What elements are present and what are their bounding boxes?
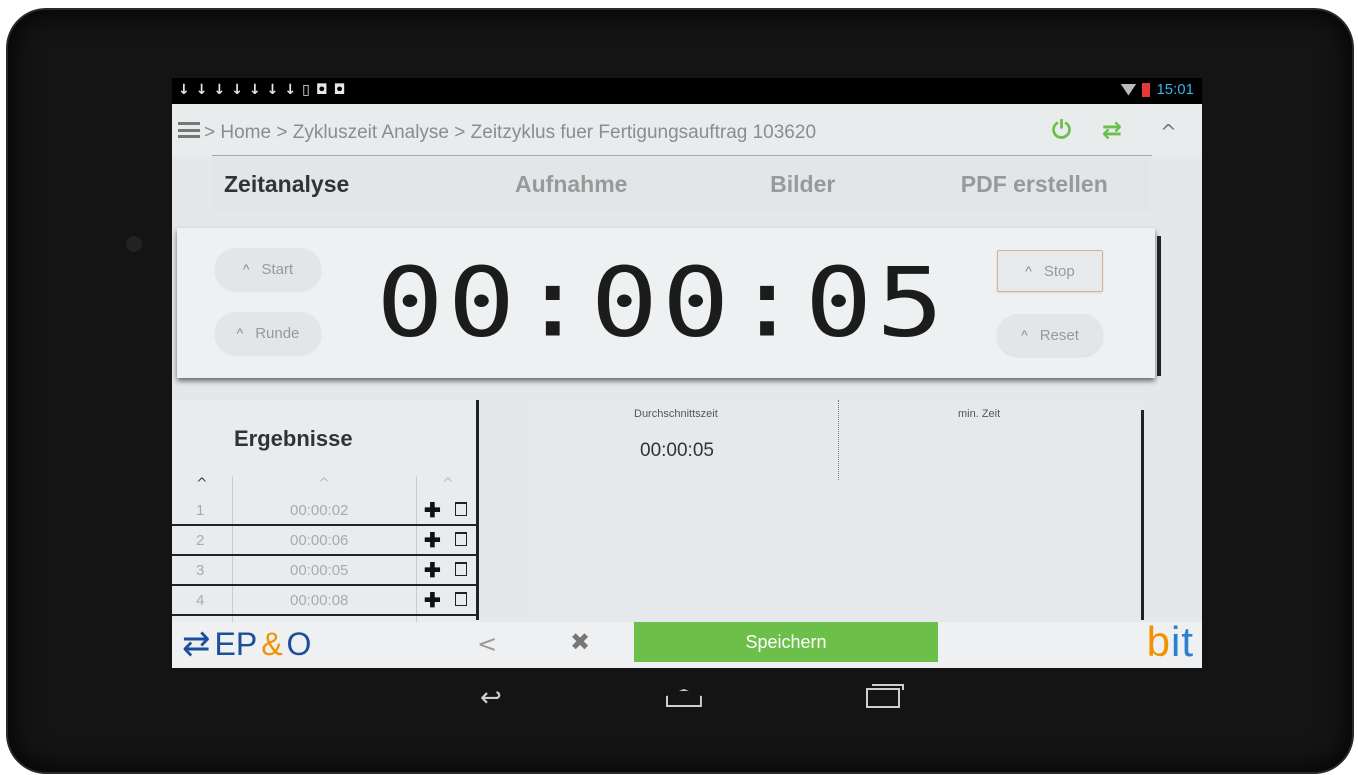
tab-zeitanalyse[interactable]: Zeitanalyse (212, 156, 456, 212)
notification-icons: ↓ ↓ ↓ ↓ ↓ ↓ ↓ ▯ ◘ ◘ (178, 82, 345, 98)
download-icon: ↓ (178, 82, 190, 98)
caret-up-icon: ^ (236, 325, 244, 341)
start-label: Start (261, 260, 294, 278)
caret-up-icon: ^ (242, 261, 250, 277)
breadcrumb[interactable]: > Home > Zykluszeit Analyse > Zeitzyklus… (204, 122, 816, 144)
caret-up-icon: ^ (1025, 263, 1032, 279)
download-icon: ↓ (213, 82, 226, 98)
android-back-icon[interactable]: ↩ (480, 683, 502, 713)
average-time-label: Durchschnittszeit (634, 408, 718, 420)
logo-text-amp: & (261, 625, 283, 662)
bit-logo: bit (1147, 618, 1194, 666)
tab-pdf-erstellen[interactable]: PDF erstellen (919, 156, 1151, 212)
statistics-panel: Durchschnittszeit 00:00:05 min. Zeit (532, 400, 1144, 620)
status-right: 15:01 (1120, 81, 1194, 98)
android-nav-bar: ↩ (480, 683, 904, 713)
sync-icon[interactable]: ⇄ (1102, 116, 1122, 144)
row-index: 1 (196, 502, 205, 519)
round-button[interactable]: ^ Runde (215, 312, 321, 354)
row-time: 00:00:05 (290, 562, 349, 579)
logo-text-a: EP (214, 625, 258, 662)
row-time: 00:00:08 (290, 592, 349, 609)
android-home-icon[interactable] (665, 689, 702, 707)
trash-icon[interactable] (455, 502, 467, 516)
bottom-bar: ⇄ EP & O < ✖ Speichern bit (172, 618, 1202, 668)
app-screen: ↓ ↓ ↓ ↓ ↓ ↓ ↓ ▯ ◘ ◘ 15:01 > Home > Zyklu… (172, 78, 1202, 668)
wifi-icon (1120, 83, 1137, 96)
min-time-label: min. Zeit (958, 408, 1001, 420)
save-button[interactable]: Speichern (634, 622, 938, 662)
tab-bilder[interactable]: Bilder (687, 156, 919, 212)
trash-icon[interactable] (455, 562, 467, 576)
row-index: 3 (196, 562, 205, 579)
tab-aufnahme[interactable]: Aufnahme (456, 156, 688, 212)
start-button[interactable]: ^ Start (215, 248, 321, 290)
sort-index-icon[interactable]: ^ (196, 476, 208, 492)
trash-icon[interactable] (455, 592, 467, 606)
logo-arrows-icon: ⇄ (182, 625, 211, 663)
download-icon: ↓ (248, 82, 261, 98)
stop-button[interactable]: ^ Stop (997, 250, 1103, 292)
result-row: 3 00:00:05 ✚ (172, 556, 479, 586)
result-row: 4 00:00:08 ✚ (172, 586, 479, 616)
timer-display: 00:00:05 (376, 247, 948, 359)
bag-icon: ◘ (333, 82, 346, 98)
download-icon: ↓ (266, 82, 279, 98)
status-clock: 15:01 (1156, 81, 1194, 98)
power-icon[interactable]: ⏻ (1052, 116, 1071, 144)
top-navbar: > Home > Zykluszeit Analyse > Zeitzyklus… (172, 104, 1202, 156)
front-camera (126, 236, 142, 252)
battery-icon (1142, 82, 1151, 97)
back-chevron-icon[interactable]: < (477, 630, 497, 658)
stopwatch-panel: ^ Start ^ Runde 00:00:05 ^ Stop ^ Reset (177, 228, 1161, 378)
results-list: 1 00:00:02 ✚ 2 00:00:06 ✚ 3 00:00:05 ✚ 4… (172, 496, 479, 616)
row-time: 00:00:06 (290, 532, 349, 549)
reset-label: Reset (1039, 326, 1079, 344)
download-icon: ↓ (231, 82, 243, 98)
add-icon[interactable]: ✚ (424, 528, 441, 553)
download-icon: ↓ (195, 82, 208, 98)
phone-icon: ▯ (302, 82, 310, 98)
logo-text-b: O (286, 625, 312, 662)
row-index: 4 (196, 592, 205, 609)
add-icon[interactable]: ✚ (424, 498, 441, 523)
bit-logo-rest: it (1171, 618, 1194, 665)
sort-time-icon[interactable]: ^ (318, 476, 330, 492)
epo-logo: ⇄ EP & O (182, 624, 311, 664)
add-icon[interactable]: ✚ (424, 588, 441, 613)
sort-header: ^ ^ ^ (172, 472, 472, 496)
sort-action-icon[interactable]: ^ (442, 476, 454, 492)
status-bar: ↓ ↓ ↓ ↓ ↓ ↓ ↓ ▯ ◘ ◘ 15:01 (172, 78, 1202, 104)
android-recents-icon[interactable] (865, 684, 904, 708)
caret-up-icon: ^ (1021, 327, 1028, 343)
stop-label: Stop (1043, 262, 1075, 280)
results-title: Ergebnisse (234, 426, 353, 451)
add-icon[interactable]: ✚ (424, 558, 441, 583)
menu-icon[interactable] (178, 122, 200, 138)
tab-bar: Zeitanalyse Aufnahme Bilder PDF erstelle… (212, 156, 1150, 212)
reset-button[interactable]: ^ Reset (997, 314, 1103, 356)
collapse-icon[interactable]: ^ (1160, 120, 1177, 144)
bit-logo-b: b (1146, 618, 1171, 665)
close-icon[interactable]: ✖ (570, 628, 590, 656)
round-label: Runde (255, 324, 300, 342)
row-time: 00:00:02 (290, 502, 349, 519)
trash-icon[interactable] (455, 532, 467, 546)
result-row: 2 00:00:06 ✚ (172, 526, 479, 556)
bag-icon: ◘ (315, 82, 328, 98)
result-row: 1 00:00:02 ✚ (172, 496, 479, 526)
stats-divider (838, 400, 839, 480)
download-icon: ↓ (284, 82, 297, 98)
average-time-value: 00:00:05 (640, 440, 714, 461)
row-index: 2 (196, 532, 205, 549)
